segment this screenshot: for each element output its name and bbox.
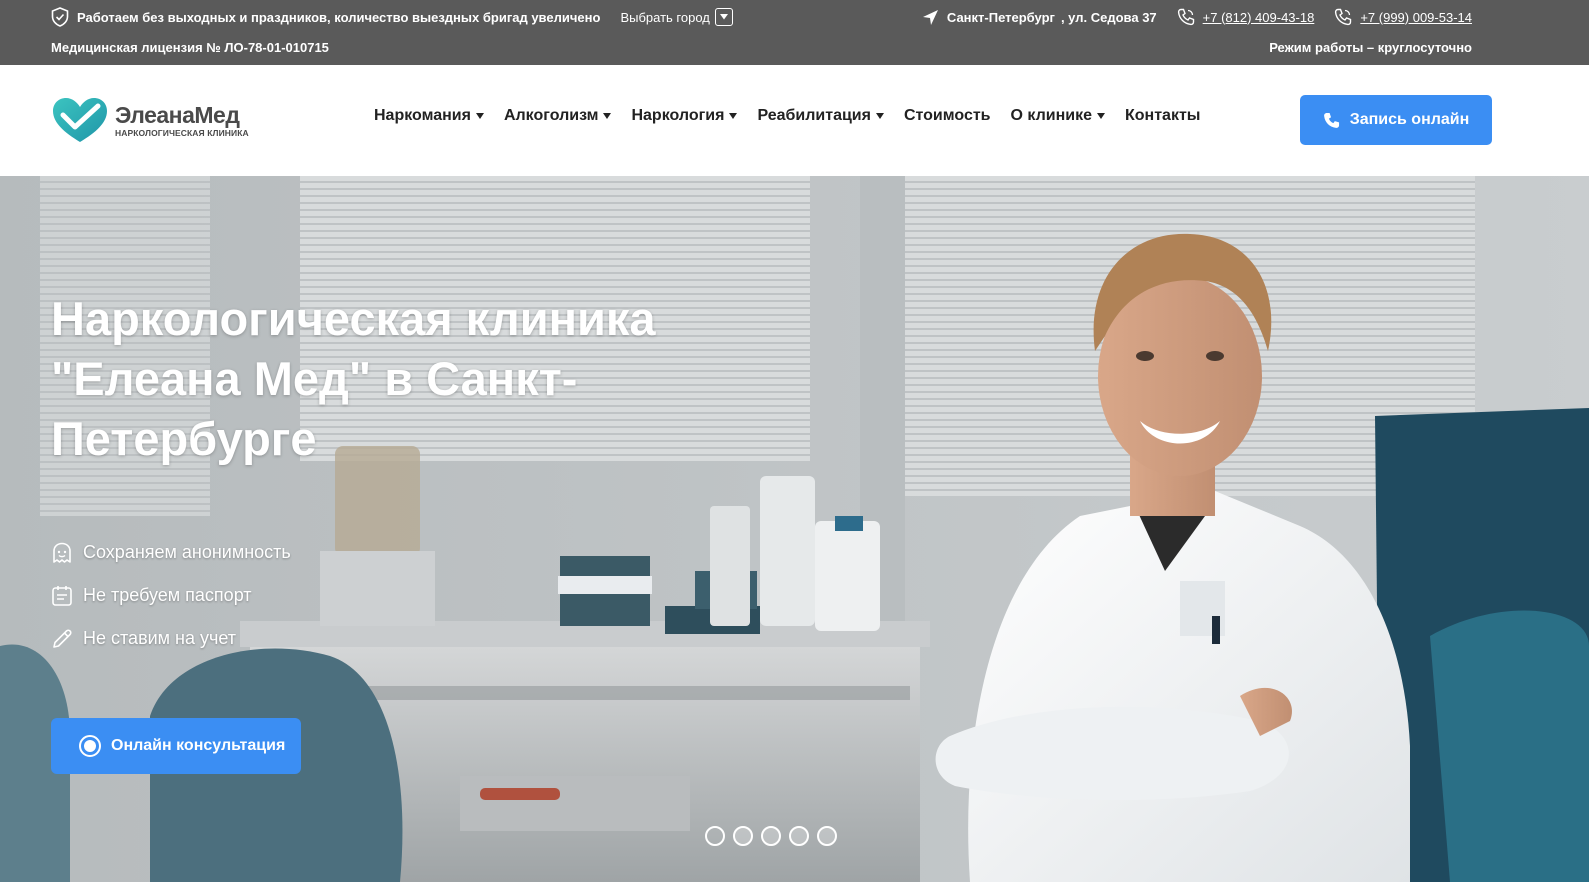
nav-item-label: Наркомания [374, 107, 471, 124]
city-select[interactable]: Выбрать город [620, 8, 733, 26]
nav-item-alkogolizm[interactable]: Алкоголизм [504, 107, 612, 125]
logo[interactable]: ЭлеанаМед Наркологическая клиника [51, 96, 249, 144]
passport-icon [52, 585, 72, 606]
radio-dot-icon [79, 735, 101, 757]
nav-item-label: О клинике [1010, 107, 1093, 124]
feature-item: Сохраняем анонимность [51, 531, 291, 574]
slider-dot-1[interactable] [705, 826, 725, 846]
slider-dot-5[interactable] [817, 826, 837, 846]
nav-item-label: Реабилитация [757, 107, 871, 124]
feature-item: Не ставим на учет [51, 617, 291, 660]
city-select-label: Выбрать город [620, 9, 710, 25]
nav-item-label: Контакты [1125, 107, 1201, 124]
slider-dot-2[interactable] [733, 826, 753, 846]
logo-name: ЭлеанаМед [115, 101, 240, 128]
online-consultation-button[interactable]: Онлайн консультация [51, 718, 301, 774]
city-name: Санкт-Петербург [946, 9, 1055, 25]
online-booking-button[interactable]: Запись онлайн [1300, 95, 1492, 145]
shield-check-icon [51, 7, 69, 27]
online-consultation-label: Онлайн консультация [111, 737, 286, 754]
address: , ул. Седова 37 [1060, 9, 1157, 25]
caret-down-icon [603, 113, 612, 119]
feature-label: Не требуем паспорт [83, 585, 252, 605]
nav-item-label: Стоимость [903, 107, 991, 124]
phone-link-1[interactable]: +7 (812) 409-43-18 [1177, 8, 1315, 26]
nav-item-label: Наркология [631, 107, 725, 124]
phone-number-2: +7 (999) 009-53-14 [1360, 9, 1472, 25]
working-notice-text: Работаем без выходных и праздников, коли… [77, 9, 601, 25]
nav-item-stoimost[interactable]: Стоимость [904, 107, 991, 125]
caret-down-icon [1097, 113, 1106, 119]
phone-icon [1177, 8, 1194, 26]
nav-item-narkologiya[interactable]: Наркология [631, 107, 738, 125]
phone-link-2[interactable]: +7 (999) 009-53-14 [1334, 8, 1472, 26]
hero-banner: Наркологическая клиника "Елеана Мед" в С… [0, 176, 1589, 882]
working-notice: Работаем без выходных и праздников, коли… [51, 6, 733, 28]
nav-item-label: Алкоголизм [503, 107, 599, 124]
nav-item-narkomaniya[interactable]: Наркомания [374, 107, 484, 125]
feature-label: Не ставим на учет [83, 628, 237, 648]
chevron-down-icon [714, 8, 733, 26]
nav-item-reabilitatsiya[interactable]: Реабилитация [757, 107, 884, 125]
pencil-icon [53, 628, 72, 648]
feature-item: Не требуем паспорт [51, 574, 291, 617]
caret-down-icon [729, 113, 738, 119]
nav-item-kontakty[interactable]: Контакты [1125, 107, 1200, 125]
slider-dot-3[interactable] [761, 826, 781, 846]
contacts-block: Санкт-Петербург , ул. Седова 37 +7 (812)… [922, 6, 1472, 28]
logo-subtitle: Наркологическая клиника [115, 127, 249, 138]
heart-logo-icon [53, 98, 107, 142]
features-list: Сохраняем анонимность Не требуем паспорт… [51, 531, 291, 660]
main-nav: Наркомания Алкоголизм Наркология Реабили… [374, 107, 1220, 125]
caret-down-icon [875, 113, 884, 119]
medical-license: Медицинская лицензия № ЛО-78-01-010715 [51, 39, 329, 55]
top-info-bar: Работаем без выходных и праздников, коли… [0, 0, 1589, 65]
slider-pagination [705, 826, 845, 846]
site-header: ЭлеанаМед Наркологическая клиника Нарком… [0, 65, 1589, 176]
hero-title: Наркологическая клиника "Елеана Мед" в С… [51, 292, 656, 465]
slider-dot-4[interactable] [789, 826, 809, 846]
phone-icon [1335, 8, 1352, 26]
clinic-background-image [0, 176, 1589, 882]
nav-item-o-klinike[interactable]: О клинике [1011, 107, 1106, 125]
phone-icon [1323, 112, 1339, 128]
feature-label: Сохраняем анонимность [83, 542, 291, 562]
phone-number-1: +7 (812) 409-43-18 [1202, 9, 1315, 25]
navigation-arrow-icon [922, 9, 938, 25]
online-booking-label: Запись онлайн [1349, 111, 1470, 128]
anonymous-icon [53, 542, 71, 563]
caret-down-icon [475, 113, 484, 119]
working-hours: Режим работы – круглосуточно [1269, 39, 1472, 55]
